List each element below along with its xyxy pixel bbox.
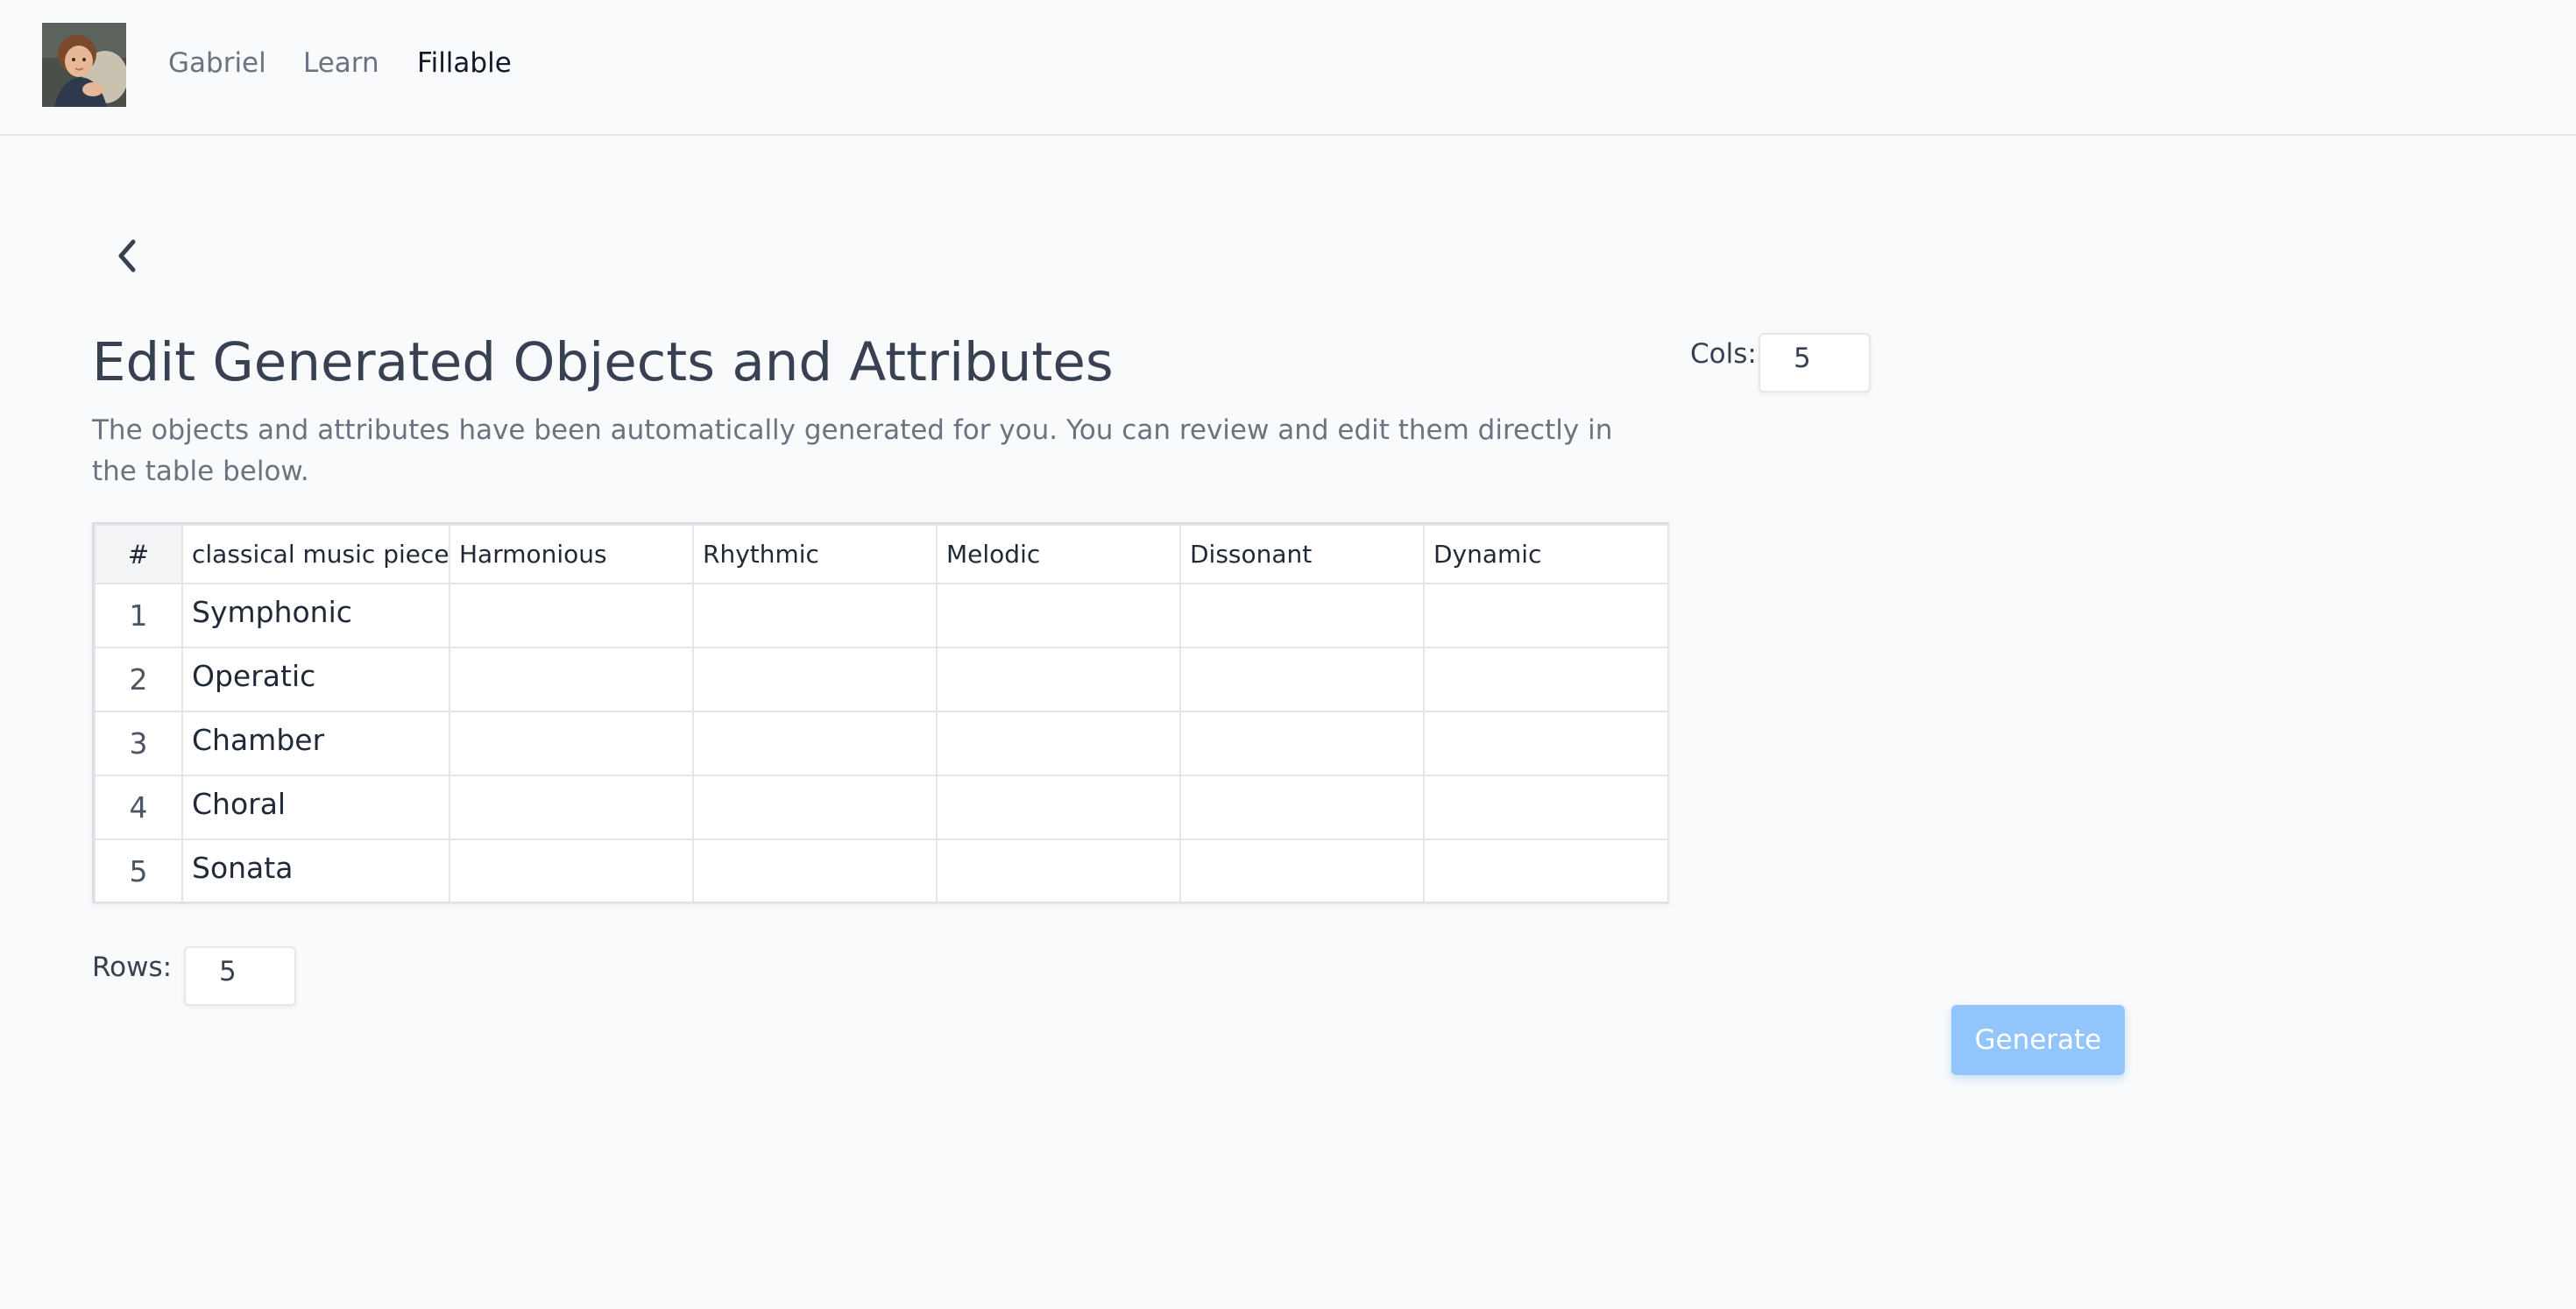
row-index: 2 bbox=[94, 647, 183, 712]
attribute-cell[interactable] bbox=[449, 647, 694, 712]
object-cell[interactable]: Choral bbox=[181, 775, 450, 840]
table-row: 4 Choral bbox=[94, 775, 1669, 840]
object-cell[interactable]: Operatic bbox=[181, 647, 450, 712]
chevron-left-icon bbox=[118, 239, 136, 272]
rows-input[interactable] bbox=[184, 946, 296, 1006]
avatar[interactable] bbox=[42, 23, 126, 107]
attribute-column-header[interactable]: Melodic bbox=[936, 524, 1181, 584]
nav-link-fillable[interactable]: Fillable bbox=[417, 46, 512, 81]
cols-label: Cols: bbox=[1690, 338, 1757, 370]
attribute-cell[interactable] bbox=[692, 583, 938, 648]
avatar-portrait-icon bbox=[42, 23, 126, 107]
attribute-cell[interactable] bbox=[449, 711, 694, 776]
attribute-cell[interactable] bbox=[1423, 775, 1669, 840]
attribute-cell[interactable] bbox=[1179, 583, 1425, 648]
attribute-cell[interactable] bbox=[936, 647, 1181, 712]
cols-input[interactable] bbox=[1759, 333, 1871, 393]
attribute-cell[interactable] bbox=[692, 647, 938, 712]
page-title: Edit Generated Objects and Attributes bbox=[92, 331, 1114, 393]
nav-link-gabriel[interactable]: Gabriel bbox=[168, 46, 266, 81]
table-row: 2 Operatic bbox=[94, 647, 1669, 712]
attribute-column-header[interactable]: Rhythmic bbox=[692, 524, 938, 584]
table-header-row: # classical music pieces Harmonious Rhyt… bbox=[94, 524, 1669, 584]
attribute-cell[interactable] bbox=[449, 775, 694, 840]
row-index: 4 bbox=[94, 775, 183, 840]
row-index: 3 bbox=[94, 711, 183, 776]
object-cell[interactable]: Chamber bbox=[181, 711, 450, 776]
attribute-cell[interactable] bbox=[936, 711, 1181, 776]
nav-link-learn[interactable]: Learn bbox=[303, 46, 379, 81]
attribute-cell[interactable] bbox=[1423, 647, 1669, 712]
table-row: 3 Chamber bbox=[94, 711, 1669, 776]
row-index: 5 bbox=[94, 838, 183, 904]
attribute-cell[interactable] bbox=[692, 838, 938, 904]
attribute-cell[interactable] bbox=[1179, 647, 1425, 712]
attribute-cell[interactable] bbox=[1179, 838, 1425, 904]
object-column-header[interactable]: classical music pieces bbox=[181, 524, 450, 584]
editable-grid: # classical music pieces Harmonious Rhyt… bbox=[94, 524, 1669, 904]
attribute-cell[interactable] bbox=[1423, 838, 1669, 904]
generate-button[interactable]: Generate bbox=[1951, 1005, 2125, 1075]
index-column-header: # bbox=[94, 524, 183, 584]
table-row: 5 Sonata bbox=[94, 838, 1669, 904]
table-row: 1 Symphonic bbox=[94, 583, 1669, 648]
attribute-cell[interactable] bbox=[936, 775, 1181, 840]
attribute-cell[interactable] bbox=[1423, 711, 1669, 776]
attribute-cell[interactable] bbox=[692, 775, 938, 840]
attribute-cell[interactable] bbox=[692, 711, 938, 776]
attribute-cell[interactable] bbox=[449, 583, 694, 648]
attribute-cell[interactable] bbox=[1179, 711, 1425, 776]
object-cell[interactable]: Symphonic bbox=[181, 583, 450, 648]
objects-attributes-table: # classical music pieces Harmonious Rhyt… bbox=[92, 522, 1669, 904]
attribute-cell[interactable] bbox=[1423, 583, 1669, 648]
rows-label: Rows: bbox=[92, 952, 173, 983]
row-index: 1 bbox=[94, 583, 183, 648]
attribute-cell[interactable] bbox=[936, 583, 1181, 648]
attribute-cell[interactable] bbox=[449, 838, 694, 904]
top-navbar: Gabriel Learn Fillable bbox=[0, 0, 2576, 136]
object-cell[interactable]: Sonata bbox=[181, 838, 450, 904]
attribute-column-header[interactable]: Harmonious bbox=[449, 524, 694, 584]
attribute-column-header[interactable]: Dynamic bbox=[1423, 524, 1669, 584]
attribute-cell[interactable] bbox=[936, 838, 1181, 904]
page-subtitle: The objects and attributes have been aut… bbox=[92, 414, 1613, 487]
attribute-column-header[interactable]: Dissonant bbox=[1179, 524, 1425, 584]
back-button[interactable] bbox=[105, 233, 147, 279]
attribute-cell[interactable] bbox=[1179, 775, 1425, 840]
